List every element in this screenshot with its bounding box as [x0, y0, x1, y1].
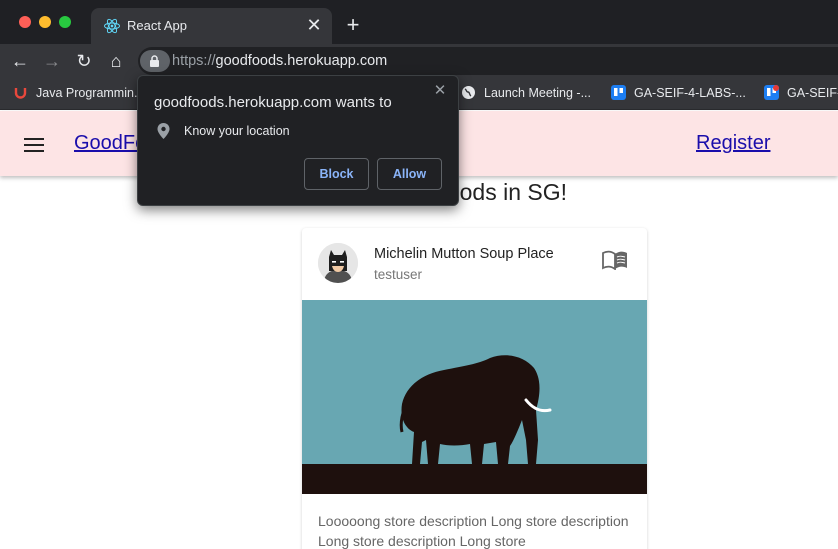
bookmark-launch-meeting[interactable]: Launch Meeting -...: [484, 86, 591, 100]
popup-title: goodfoods.herokuapp.com wants to: [154, 94, 392, 111]
location-pin-icon: [157, 123, 170, 139]
browser-tab-bar: React App ✕ +: [0, 0, 838, 44]
back-arrow-icon[interactable]: ←: [9, 51, 31, 71]
tab-close-icon[interactable]: ✕: [304, 15, 324, 35]
store-description: Looooong store description Long store de…: [318, 513, 629, 549]
lock-icon: [150, 55, 159, 67]
url-host: goodfoods.herokuapp.com: [215, 53, 388, 69]
avatar: [318, 243, 358, 283]
home-icon[interactable]: ⌂: [105, 51, 127, 71]
forward-arrow-icon[interactable]: →: [41, 51, 63, 71]
store-owner: testuser: [374, 267, 423, 282]
elephant-illustration: [302, 355, 647, 494]
bookmark-java[interactable]: Java Programmin...: [36, 86, 144, 100]
window-minimize-button[interactable]: [39, 16, 51, 28]
udemy-icon: [14, 88, 27, 99]
trello-icon: [764, 85, 779, 100]
window-zoom-button[interactable]: [59, 16, 71, 28]
store-card[interactable]: Michelin Mutton Soup Place testuser Looo…: [302, 228, 647, 549]
tab-title: React App: [127, 18, 187, 33]
window-close-button[interactable]: [19, 16, 31, 28]
close-icon[interactable]: ✕: [432, 83, 448, 99]
reload-icon[interactable]: ↻: [73, 51, 95, 71]
trello-icon: [611, 85, 626, 100]
address-bar[interactable]: https://goodfoods.herokuapp.com: [138, 47, 838, 75]
location-permission-popup: goodfoods.herokuapp.com wants to ✕ Know …: [137, 75, 459, 206]
tab-react-app[interactable]: React App ✕: [91, 8, 332, 44]
bookmark-ga-seif[interactable]: GA-SEIF-: [787, 86, 838, 100]
store-name: Michelin Mutton Soup Place: [374, 246, 554, 262]
block-button[interactable]: Block: [304, 158, 369, 190]
allow-button[interactable]: Allow: [377, 158, 442, 190]
register-link[interactable]: Register: [696, 132, 770, 155]
globe-icon: [462, 86, 475, 99]
react-icon: [104, 18, 120, 34]
browser-toolbar: ← → ↻ ⌂ https://goodfoods.herokuapp.com: [0, 44, 838, 78]
bookmark-ga-seif-labs[interactable]: GA-SEIF-4-LABS-...: [634, 86, 746, 100]
permission-text: Know your location: [184, 124, 290, 138]
menu-book-icon[interactable]: [602, 250, 628, 270]
site-info-button[interactable]: [140, 50, 170, 72]
store-image: [302, 300, 647, 494]
new-tab-button[interactable]: +: [342, 14, 364, 36]
brand-link[interactable]: GoodFo: [74, 132, 146, 155]
batman-avatar-icon: [318, 243, 358, 283]
url-text: https://goodfoods.herokuapp.com: [172, 53, 387, 69]
url-scheme: https://: [172, 53, 216, 69]
menu-icon[interactable]: [24, 138, 44, 152]
